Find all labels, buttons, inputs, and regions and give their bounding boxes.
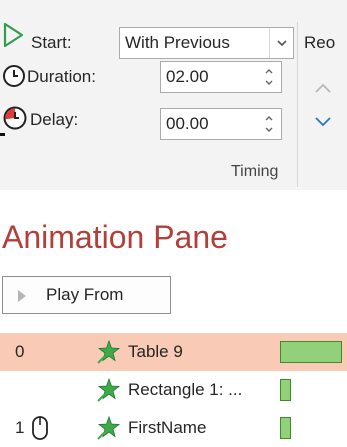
delay-label: Delay: <box>30 110 79 129</box>
item-name: FirstName <box>128 418 207 437</box>
spin-arrows-icon <box>265 116 273 132</box>
move-earlier-icon[interactable] <box>313 80 333 96</box>
delay-spin-buttons[interactable] <box>257 109 281 139</box>
item-name: Rectangle 1: ... <box>128 380 243 399</box>
duration-label: Duration: <box>27 67 96 86</box>
delay-clock-icon <box>3 106 27 130</box>
clock-icon <box>3 65 25 87</box>
move-later-icon[interactable] <box>313 114 333 130</box>
duration-spin-buttons[interactable] <box>257 62 281 92</box>
play-icon <box>18 290 26 302</box>
entrance-effect-icon <box>97 377 121 402</box>
pane-title: Animation Pane <box>2 219 228 255</box>
delay-value: 00.00 <box>166 114 209 133</box>
play-triangle-icon <box>3 22 24 48</box>
item-index: 0 <box>15 342 25 361</box>
animation-item-firstname[interactable]: 1 FirstName <box>0 409 347 447</box>
timeline-bar[interactable] <box>280 417 291 439</box>
timeline-bar[interactable] <box>280 379 291 401</box>
play-from-label: Play From <box>46 285 124 304</box>
group-separator <box>297 22 298 187</box>
spin-arrows-icon <box>265 69 273 85</box>
timeline-bar[interactable] <box>280 341 342 363</box>
chevron-down-icon <box>277 40 287 47</box>
reorder-label: Reo <box>304 33 336 52</box>
start-dropdown[interactable]: With Previous <box>119 27 294 59</box>
start-dropdown-arrow[interactable] <box>269 28 293 58</box>
delay-spinner[interactable]: 00.00 <box>160 108 282 140</box>
entrance-effect-icon <box>97 339 121 364</box>
timing-group-label: Timing <box>231 163 279 180</box>
start-label: Start: <box>31 33 72 52</box>
animation-item-table-9[interactable]: 0 Table 9 <box>0 333 347 371</box>
item-name: Table 9 <box>128 342 183 361</box>
duration-spinner[interactable]: 02.00 <box>160 61 282 93</box>
duration-value: 02.00 <box>166 67 209 86</box>
animation-item-rectangle-1[interactable]: Rectangle 1: ... <box>0 371 347 409</box>
play-from-button[interactable]: Play From <box>2 276 171 314</box>
mouse-click-icon <box>32 416 48 440</box>
item-index: 1 <box>15 418 25 437</box>
entrance-effect-icon <box>97 415 121 440</box>
start-value: With Previous <box>125 33 230 52</box>
cursor-mark <box>0 133 5 136</box>
